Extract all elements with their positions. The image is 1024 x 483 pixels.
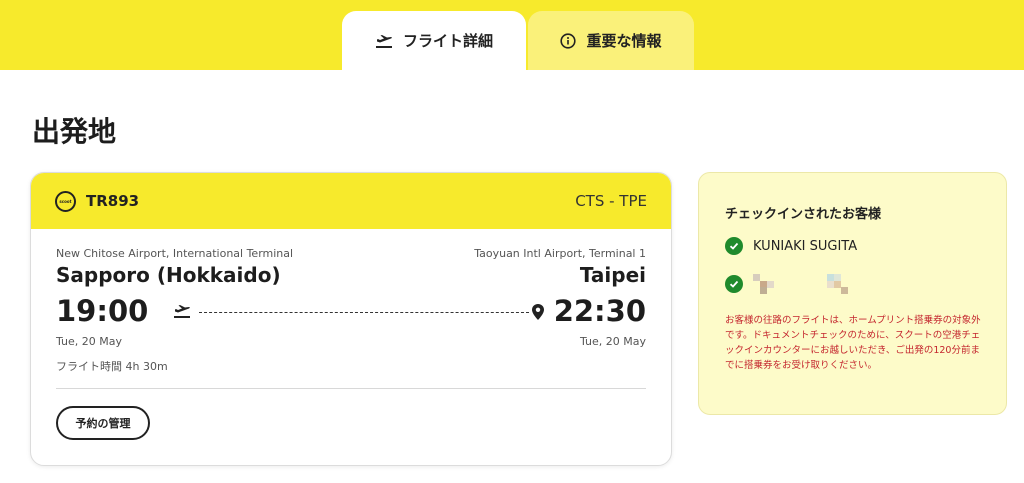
check-circle-icon bbox=[725, 237, 743, 255]
divider bbox=[56, 388, 646, 389]
page-title: 出発地 bbox=[32, 115, 117, 148]
redacted-name-block bbox=[827, 274, 849, 294]
logo-text: scoot bbox=[59, 198, 72, 204]
passenger-name: KUNIAKI SUGITA bbox=[753, 238, 858, 254]
arrival-time: 22:30 bbox=[553, 294, 646, 328]
route-code: CTS - TPE bbox=[575, 192, 647, 210]
departure-time: 19:00 bbox=[56, 294, 149, 328]
arrival-airport: Taoyuan Intl Airport, Terminal 1 bbox=[474, 247, 646, 260]
route-dashed-line bbox=[199, 312, 529, 313]
flight-duration: フライト時間 4h 30m bbox=[56, 360, 168, 373]
flight-card-header: scoot TR893 CTS - TPE bbox=[31, 173, 671, 229]
tab-important-info-label: 重要な情報 bbox=[586, 32, 662, 50]
checked-in-panel: チェックインされたお客様 KUNIAKI SUGITA お客様の往路のフライトは… bbox=[698, 172, 1007, 415]
arrival-city: Taipei bbox=[579, 263, 646, 287]
flight-card: scoot TR893 CTS - TPE New Chitose Airpor… bbox=[30, 172, 672, 466]
departure-city: Sapporo (Hokkaido) bbox=[56, 263, 281, 287]
tab-important-info[interactable]: 重要な情報 bbox=[528, 11, 694, 70]
scoot-logo: scoot bbox=[55, 190, 76, 212]
passenger-row: KUNIAKI SUGITA bbox=[725, 237, 857, 255]
plane-departure-icon bbox=[174, 305, 190, 318]
departure-date: Tue, 20 May bbox=[56, 335, 123, 348]
plane-departure-icon bbox=[375, 34, 392, 48]
passenger-row bbox=[725, 274, 849, 294]
checked-in-title: チェックインされたお客様 bbox=[725, 207, 882, 222]
location-pin-icon bbox=[532, 304, 544, 320]
arrival-date: Tue, 20 May bbox=[579, 335, 646, 348]
boarding-pass-notice: お客様の往路のフライトは、ホームプリント搭乗券の対象外です。ドキュメントチェック… bbox=[725, 315, 981, 371]
flight-number: TR893 bbox=[86, 192, 140, 210]
tab-flight-details-label: フライト詳細 bbox=[402, 32, 493, 50]
tab-flight-details[interactable]: フライト詳細 bbox=[342, 11, 526, 70]
check-circle-icon bbox=[725, 275, 743, 293]
redacted-name-block bbox=[753, 274, 775, 294]
top-tab-bar: フライト詳細 重要な情報 bbox=[0, 0, 1024, 70]
info-icon bbox=[560, 32, 577, 49]
manage-booking-button[interactable]: 予約の管理 bbox=[56, 406, 150, 440]
departure-airport: New Chitose Airport, International Termi… bbox=[56, 247, 294, 260]
